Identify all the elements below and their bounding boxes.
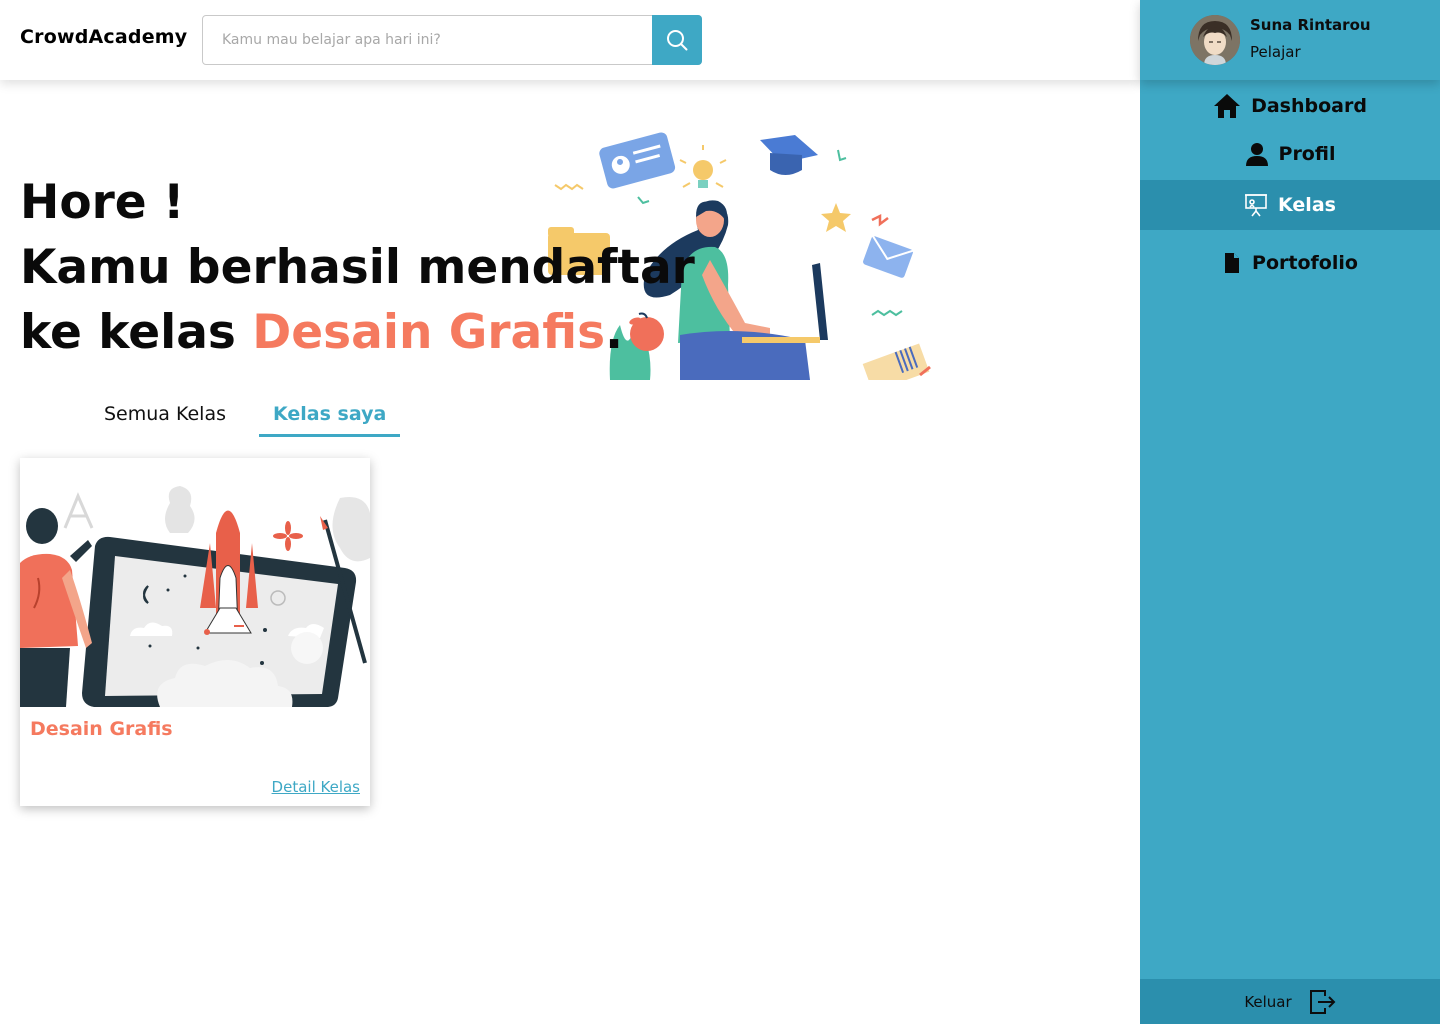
hero-course-name: Desain Grafis — [252, 305, 606, 360]
logout-icon — [1308, 988, 1336, 1016]
course-title: Desain Grafis — [30, 718, 173, 740]
apple-icon — [629, 312, 664, 351]
sidebar-item-portofolio[interactable]: Portofolio — [1140, 238, 1440, 288]
tab-kelas-saya[interactable]: Kelas saya — [259, 395, 401, 437]
tab-semua-kelas[interactable]: Semua Kelas — [90, 395, 240, 437]
hero-line-3-suffix: . — [605, 305, 623, 360]
search-input[interactable] — [203, 16, 653, 64]
course-card[interactable]: Desain Grafis Detail Kelas — [20, 458, 370, 806]
top-bar: CrowdAcademy — [0, 0, 1140, 80]
user-role: Pelajar — [1250, 43, 1301, 61]
sidebar-item-label: Kelas — [1278, 194, 1336, 216]
sidebar-item-profil[interactable]: Profil — [1140, 129, 1440, 179]
sidebar-item-label: Dashboard — [1251, 95, 1367, 117]
hero-line-3-prefix: ke kelas — [20, 305, 253, 360]
sidebar-item-label: Profil — [1278, 143, 1336, 165]
avatar — [1190, 15, 1240, 65]
logout-label: Keluar — [1244, 992, 1292, 1011]
home-icon — [1213, 93, 1241, 119]
hero-line-3: ke kelas Desain Grafis. — [20, 300, 695, 365]
sidebar-item-kelas[interactable]: Kelas — [1140, 180, 1440, 230]
document-icon — [1222, 252, 1242, 274]
search-bar — [202, 15, 702, 65]
sidebar-item-label: Portofolio — [1252, 252, 1358, 274]
detail-kelas-link[interactable]: Detail Kelas — [272, 778, 360, 796]
brand-logo[interactable]: CrowdAcademy — [20, 26, 187, 48]
logout-button[interactable]: Keluar — [1140, 979, 1440, 1024]
search-button[interactable] — [652, 15, 702, 65]
search-icon — [667, 30, 688, 51]
hero-heading: Hore ! Kamu berhasil mendaftar ke kelas … — [20, 170, 695, 365]
sidebar-item-dashboard[interactable]: Dashboard — [1140, 81, 1440, 131]
user-name: Suna Rintarou — [1250, 16, 1371, 34]
hero-line-2: Kamu berhasil mendaftar — [20, 240, 695, 295]
user-profile[interactable]: Suna Rintarou Pelajar — [1140, 0, 1440, 80]
user-icon — [1245, 142, 1269, 166]
hero-line-1: Hore ! — [20, 175, 185, 230]
course-thumbnail — [20, 458, 370, 707]
sidebar: Suna Rintarou Pelajar Dashboard Profil K… — [1140, 0, 1440, 1024]
presentation-board-icon — [1244, 193, 1268, 217]
